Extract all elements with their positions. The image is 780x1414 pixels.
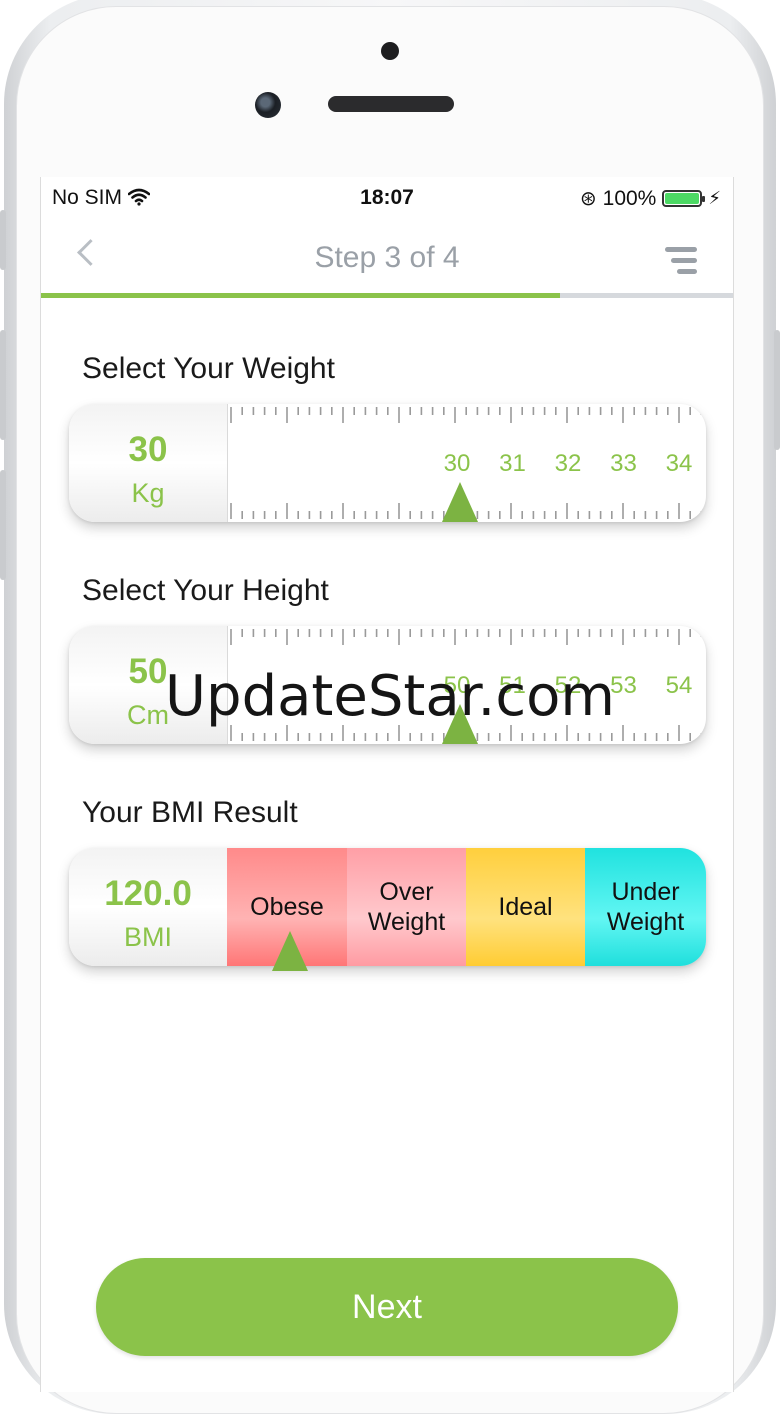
weight-tick-label: 31 [499, 450, 526, 477]
bmi-category-over-weight-label: Over Weight [367, 878, 446, 936]
front-camera [255, 92, 281, 118]
proximity-sensor [381, 42, 399, 60]
page-title: Step 3 of 4 [314, 241, 460, 274]
earpiece-speaker [328, 96, 454, 112]
bmi-pointer-icon [272, 931, 308, 971]
battery-percent: 100% [602, 186, 657, 210]
weight-pointer-icon [442, 482, 478, 522]
volume-down-button [0, 470, 6, 580]
navigation-bar: Step 3 of 4 [41, 217, 733, 293]
weight-picker[interactable]: 30 Kg 30 31 32 33 34 [69, 404, 706, 522]
bmi-category-under-weight-label: Under Weight [606, 878, 685, 936]
bmi-unit: BMI [123, 922, 172, 952]
weight-tick-label: 34 [666, 450, 693, 477]
app-screen: No SIM 18:07 ⊛ 100% ⚡ Step 3 of 4 Select… [40, 177, 734, 1392]
bmi-category-under-weight: Under Weight [585, 848, 706, 966]
mute-switch [0, 210, 6, 270]
weight-section-label: Select Your Weight [82, 352, 335, 385]
bmi-value-box: 120.0 BMI [69, 848, 228, 966]
step-progress-bar [41, 293, 733, 298]
watermark-text: UpdateStar.com [165, 664, 615, 729]
weight-tick-label: 30 [444, 450, 471, 477]
bmi-value: 120.0 [104, 874, 192, 913]
next-button[interactable]: Next [96, 1258, 678, 1356]
volume-up-button [0, 330, 6, 440]
weight-value-box: 30 Kg [69, 404, 228, 522]
bmi-section-label: Your BMI Result [82, 796, 298, 829]
rotation-lock-icon: ⊛ [579, 188, 597, 210]
status-bar: No SIM 18:07 ⊛ 100% ⚡ [41, 177, 733, 217]
battery-icon [662, 190, 706, 207]
step-progress-fill [41, 293, 560, 298]
bmi-category-over-weight: Over Weight [347, 848, 466, 966]
weight-value: 30 [128, 430, 168, 469]
bmi-result-card: 120.0 BMI Obese Over Weight Ideal Under … [69, 848, 706, 966]
power-button [774, 330, 780, 450]
height-section-label: Select Your Height [82, 574, 329, 607]
weight-tick-label: 33 [610, 450, 637, 477]
charging-icon: ⚡ [708, 188, 721, 208]
bmi-category-ideal: Ideal [466, 848, 585, 966]
menu-icon[interactable] [665, 247, 697, 275]
weight-unit: Kg [131, 478, 165, 508]
status-right: ⊛ 100% ⚡ [580, 186, 721, 211]
weight-tick-label: 32 [555, 450, 582, 477]
